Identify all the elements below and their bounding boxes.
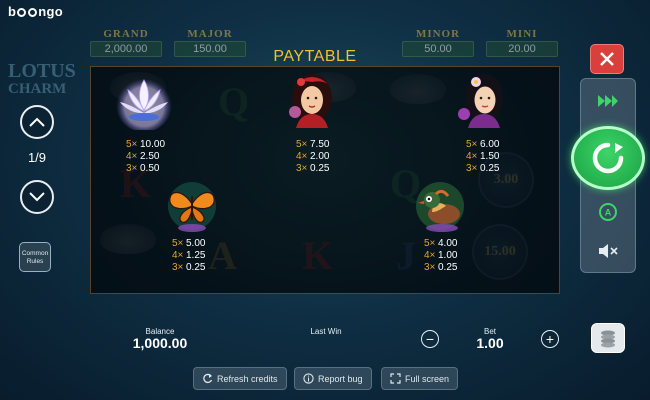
svg-text:A: A <box>605 208 612 218</box>
white-lotus-symbol-icon <box>114 70 174 132</box>
expand-icon <box>390 373 401 384</box>
turbo-button[interactable] <box>593 88 623 114</box>
jackpot-minor: MINOR 50.00 <box>402 28 474 57</box>
paytable-entry-mandarin-duck: 5× 4.00 4× 1.00 3× 0.25 <box>424 238 458 273</box>
jackpot-grand: GRAND 2,000.00 <box>90 28 162 57</box>
coins-icon <box>601 330 615 348</box>
sound-button[interactable] <box>593 238 623 264</box>
report-bug-button[interactable]: Report bug <box>294 367 372 390</box>
common-rules-button[interactable]: Common Rules <box>19 242 51 272</box>
refresh-credits-button[interactable]: Refresh credits <box>193 367 287 390</box>
jackpot-major: MAJOR 150.00 <box>174 28 246 57</box>
full-screen-label: Full screen <box>405 373 450 384</box>
jackpot-mini: MINI 20.00 <box>486 28 558 57</box>
report-bug-label: Report bug <box>318 373 363 384</box>
last-win-label: Last Win <box>310 327 342 336</box>
red-girl-symbol-icon <box>282 70 342 130</box>
paytable-title: PAYTABLE <box>273 48 357 65</box>
bet-settings-button[interactable] <box>591 323 625 353</box>
butterfly-symbol-icon <box>162 178 222 238</box>
chevron-down-icon <box>29 192 45 202</box>
refresh-icon <box>203 373 213 384</box>
close-icon <box>600 52 614 66</box>
paytable-entry-butterfly: 5× 5.00 4× 1.25 3× 0.25 <box>172 238 206 273</box>
paytable-entry-red-girl: 5× 7.50 4× 2.00 3× 0.25 <box>296 139 330 174</box>
game-logo-faded: LOTUS CHARM <box>8 60 76 97</box>
close-button[interactable] <box>590 44 624 74</box>
page-indicator: 1/9 <box>27 150 47 165</box>
refresh-credits-label: Refresh credits <box>217 373 278 384</box>
info-icon <box>303 373 314 384</box>
mandarin-duck-symbol-icon <box>410 178 470 238</box>
black-hair-girl-symbol-icon <box>454 70 514 130</box>
fast-forward-icon <box>598 95 618 107</box>
full-screen-button[interactable]: Full screen <box>381 367 459 390</box>
page-up-button[interactable] <box>20 105 54 139</box>
balance-value: 1,000.00 <box>132 335 188 351</box>
spin-arrow-icon <box>592 142 624 174</box>
bet-decrease-button[interactable]: − <box>421 330 439 348</box>
paytable-entry-white-lotus: 5× 10.00 4× 2.50 3× 0.50 <box>126 139 166 174</box>
autoplay-button[interactable]: A <box>593 199 623 225</box>
chevron-up-icon <box>29 117 45 127</box>
bet-value: 1.00 <box>476 335 504 351</box>
mute-icon <box>599 244 618 258</box>
paytable-entry-black-hair-girl: 5× 6.00 4× 1.50 3× 0.25 <box>466 139 500 174</box>
page-down-button[interactable] <box>20 180 54 214</box>
brand-logo: b ngo <box>8 4 63 19</box>
bet-increase-button[interactable]: + <box>541 330 559 348</box>
spin-button[interactable] <box>571 126 645 190</box>
autoplay-icon: A <box>599 203 617 221</box>
